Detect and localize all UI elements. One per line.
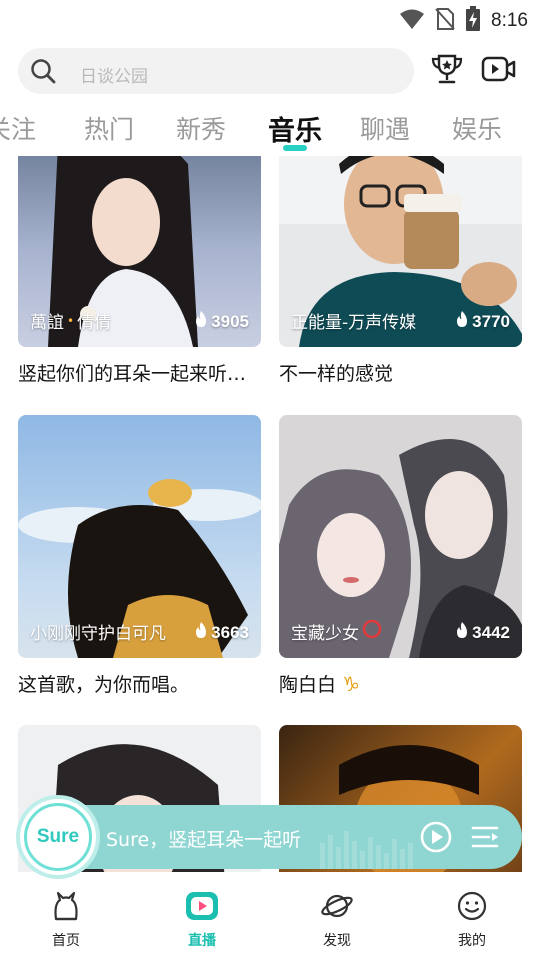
no-sim-icon [435,7,455,35]
room-cover: 萬誼 • 倩倩 3905 [18,156,261,347]
video-camera-icon [481,54,517,88]
flame-icon [194,622,208,644]
flame-icon [194,311,208,333]
nav-me-label: 我的 [458,933,486,949]
bottom-navigation: 首页 直播 发现 我的 [0,880,540,960]
nav-me[interactable]: 我的 [432,890,512,950]
popularity-count: 3905 [194,311,249,333]
play-button[interactable] [418,819,454,855]
room-title: 陶白白 ♑ [279,671,360,697]
active-tab-indicator [283,145,307,151]
tab-music[interactable]: 音乐 [268,109,322,148]
room-cover: 小刚刚守护白可凡 3663 [18,415,261,658]
popularity-count: 3442 [455,622,510,644]
live-room-card[interactable]: 小刚刚守护白可凡 3663 这首歌，为你而唱。 [18,415,261,697]
nav-live[interactable]: 直播 [162,890,242,950]
planet-icon [320,890,354,926]
status-bar: 8:16 [0,0,540,38]
nav-home[interactable]: 首页 [26,890,106,950]
battery-charging-icon [465,6,481,36]
live-video-button[interactable] [480,52,518,90]
room-title: 竖起你们的耳朵一起来听… [18,363,247,385]
host-name: 宝藏少女 [291,619,382,644]
host-name: 正能量-万声传媒 [291,313,417,333]
room-cover: 正能量-万声传媒 3770 [279,156,522,347]
search-placeholder: 日谈公园 [80,67,148,87]
tab-chat[interactable]: 聊遇 [360,110,410,146]
playlist-button[interactable] [468,819,504,855]
flame-icon [455,622,469,644]
nav-discover-label: 发现 [323,933,351,949]
ranking-button[interactable] [428,52,466,90]
live-room-card[interactable]: 萬誼 • 倩倩 3905 竖起你们的耳朵一起来听… [18,156,261,386]
clock: 8:16 [491,10,528,31]
nav-discover[interactable]: 发现 [297,890,377,950]
popularity-count: 3770 [455,311,510,333]
badge-ring-icon [362,619,382,644]
host-name: 小刚刚守护白可凡 [30,624,166,644]
tab-newcomer[interactable]: 新秀 [176,110,226,146]
home-mascot-icon [50,890,82,926]
play-icon [420,821,452,853]
search-bar[interactable]: 日谈公园 [18,48,414,94]
live-room-feed[interactable]: 萬誼 • 倩倩 3905 竖起你们的耳朵一起来听… 正能量-万声传媒 3770 … [0,156,540,872]
nav-home-label: 首页 [52,933,80,949]
category-tabs: 关注 热门 新秀 音乐 聊遇 娱乐 [0,104,540,156]
trophy-icon [430,53,464,89]
live-room-card[interactable]: 宝藏少女 3442 陶白白 ♑ [279,415,522,697]
tab-entertainment[interactable]: 娱乐 [452,110,502,146]
playlist-icon [471,826,499,848]
player-title: Sure，竖起耳朵一起听 [106,829,302,851]
nav-live-label: 直播 [188,933,216,949]
popularity-count: 3663 [194,622,249,644]
room-title: 这首歌，为你而唱。 [18,674,190,696]
capricorn-icon: ♑ [342,671,360,696]
room-title: 不一样的感觉 [279,363,394,385]
tab-hot[interactable]: 热门 [84,110,134,146]
sure-logo[interactable]: Sure [20,799,96,875]
live-play-icon [184,890,220,926]
tab-follow[interactable]: 关注 [0,110,36,146]
smiley-icon [456,890,488,926]
host-name: 萬誼 • 倩倩 [30,313,112,333]
live-room-card[interactable]: 正能量-万声传媒 3770 不一样的感觉 [279,156,522,386]
flame-icon [455,311,469,333]
room-cover: 宝藏少女 3442 [279,415,522,658]
search-icon [30,58,56,88]
wifi-icon [399,8,425,34]
sure-logo-text: Sure [36,826,80,847]
